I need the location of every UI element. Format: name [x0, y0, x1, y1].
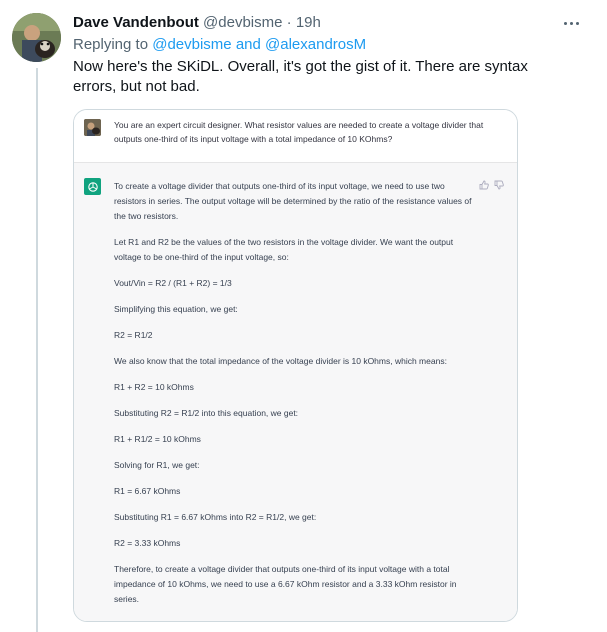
- assistant-paragraph: Substituting R1 = 6.67 kOhms into R2 = R…: [114, 512, 317, 522]
- replying-prefix: Replying to: [73, 36, 153, 53]
- assistant-paragraph: Let R1 and R2 be the values of the two r…: [114, 237, 454, 262]
- replying-to: Replying to @devbisme and @alexandrosM: [73, 35, 366, 55]
- assistant-paragraph: Simplifying this equation, we get:: [114, 304, 238, 314]
- meta-separator: ·: [282, 14, 296, 31]
- assistant-paragraph: R1 = 6.67 kOhms: [114, 486, 181, 496]
- author-avatar[interactable]: [12, 13, 61, 62]
- author-avatar-image: [12, 13, 61, 62]
- thumbs-up-icon[interactable]: [479, 180, 489, 190]
- reply-conjunction[interactable]: and: [232, 36, 265, 53]
- tweet-text: Now here's the SKiDL. Overall, it's got …: [73, 58, 528, 95]
- thumbs-down-icon[interactable]: [494, 180, 504, 190]
- assistant-paragraph: R2 = R1/2: [114, 330, 153, 340]
- attached-image[interactable]: You are an expert circuit designer. What…: [73, 109, 518, 622]
- tweet-header: Dave Vandenbout @devbisme · 19h: [73, 13, 321, 33]
- tweet-timestamp[interactable]: 19h: [296, 14, 321, 31]
- user-avatar: [84, 119, 101, 136]
- assistant-paragraph: Vout/Vin = R2 / (R1 + R2) = 1/3: [114, 278, 232, 288]
- assistant-paragraph: Substituting R2 = R1/2 into this equatio…: [114, 408, 299, 418]
- user-message-text: You are an expert circuit designer. What…: [114, 120, 484, 144]
- chat-assistant-message-row: To create a voltage divider that outputs…: [74, 163, 517, 621]
- reply-target-link[interactable]: @devbisme: [152, 36, 231, 53]
- assistant-paragraph: Solving for R1, we get:: [114, 460, 200, 470]
- reply-target-link[interactable]: @alexandrosM: [265, 36, 366, 53]
- assistant-paragraph: R1 + R1/2 = 10 kOhms: [114, 434, 201, 444]
- thread-connector-line: [36, 68, 38, 632]
- more-icon[interactable]: [560, 14, 582, 32]
- user-avatar-image: [84, 119, 101, 136]
- assistant-paragraph: Therefore, to create a voltage divider t…: [114, 564, 457, 604]
- assistant-paragraph: R1 + R2 = 10 kOhms: [114, 382, 194, 392]
- feedback-buttons: [479, 180, 504, 190]
- assistant-paragraph: We also know that the total impedance of…: [114, 356, 447, 366]
- openai-logo-icon: [84, 178, 101, 195]
- assistant-paragraph: To create a voltage divider that outputs…: [114, 181, 472, 221]
- assistant-message-text: To create a voltage divider that outputs…: [114, 179, 479, 618]
- author-name[interactable]: Dave Vandenbout: [73, 14, 199, 31]
- chat-user-message-row: You are an expert circuit designer. What…: [74, 110, 517, 163]
- assistant-paragraph: R2 = 3.33 kOhms: [114, 538, 181, 548]
- author-handle[interactable]: @devbisme: [203, 14, 282, 31]
